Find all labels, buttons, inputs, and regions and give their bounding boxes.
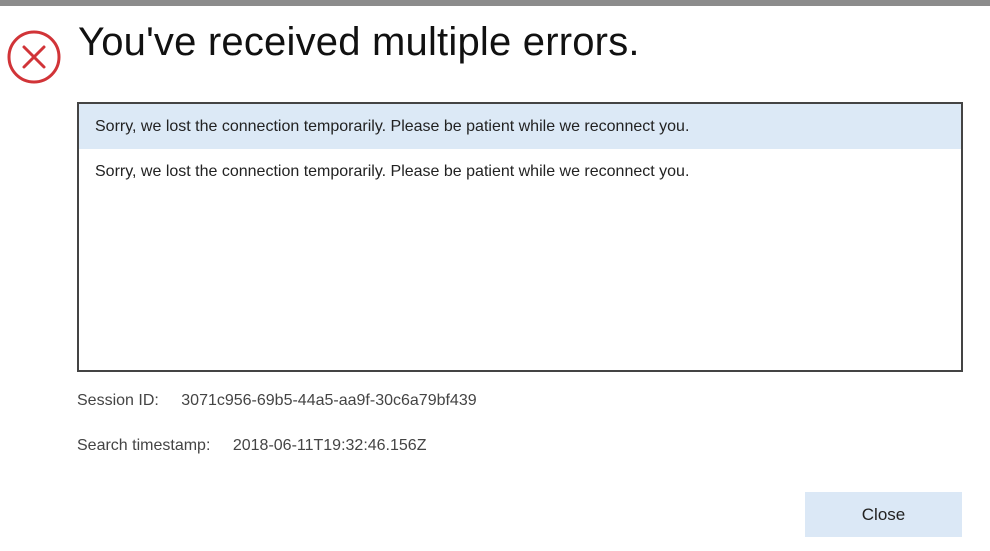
error-list[interactable]: Sorry, we lost the connection temporaril… [77, 102, 963, 372]
session-id-value: 3071c956-69b5-44a5-aa9f-30c6a79bf439 [181, 392, 477, 409]
error-dialog: You've received multiple errors. Sorry, … [0, 6, 990, 551]
search-timestamp-label: Search timestamp: [77, 437, 211, 454]
search-timestamp-row: Search timestamp: 2018-06-11T19:32:46.15… [77, 437, 426, 455]
dialog-title: You've received multiple errors. [78, 20, 640, 64]
search-timestamp-value: 2018-06-11T19:32:46.156Z [232, 437, 427, 454]
dialog-header: You've received multiple errors. [6, 22, 640, 89]
session-id-label: Session ID: [77, 392, 159, 409]
close-button[interactable]: Close [805, 492, 962, 537]
error-list-item[interactable]: Sorry, we lost the connection temporaril… [79, 149, 961, 194]
error-icon [6, 29, 62, 85]
session-id-row: Session ID: 3071c956-69b5-44a5-aa9f-30c6… [77, 392, 477, 410]
error-list-item[interactable]: Sorry, we lost the connection temporaril… [79, 104, 961, 149]
